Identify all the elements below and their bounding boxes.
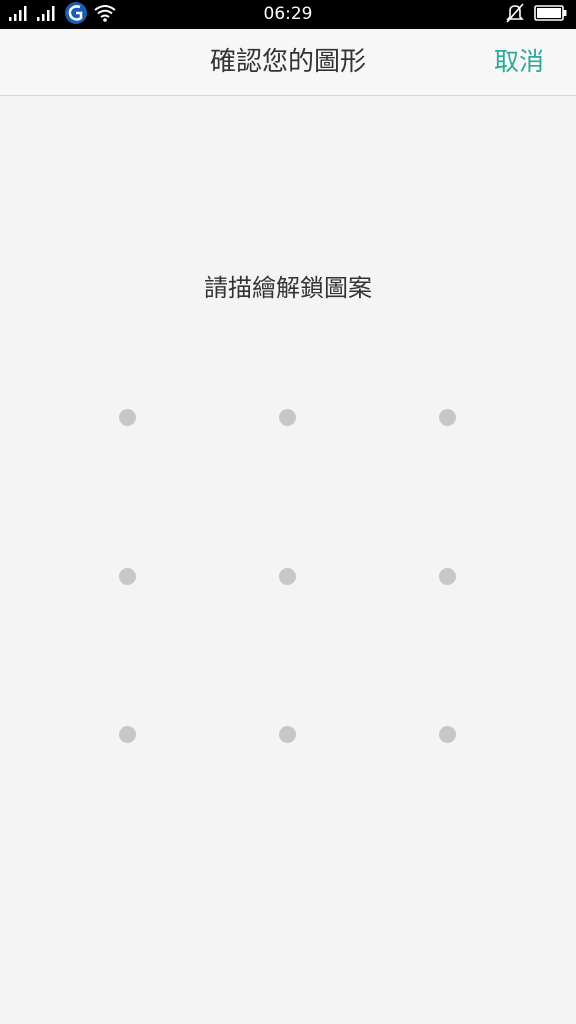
pattern-dot-8[interactable]: [278, 725, 296, 743]
pattern-dot-7[interactable]: [118, 725, 136, 743]
pattern-dot-1[interactable]: [118, 408, 136, 426]
pattern-dot-6[interactable]: [438, 567, 456, 585]
pattern-dot-5[interactable]: [278, 567, 296, 585]
pattern-dot-4[interactable]: [118, 567, 136, 585]
pattern-dot-3[interactable]: [438, 408, 456, 426]
pattern-dot-9[interactable]: [438, 725, 456, 743]
pattern-grid[interactable]: [0, 0, 576, 1024]
pattern-dot-2[interactable]: [278, 408, 296, 426]
